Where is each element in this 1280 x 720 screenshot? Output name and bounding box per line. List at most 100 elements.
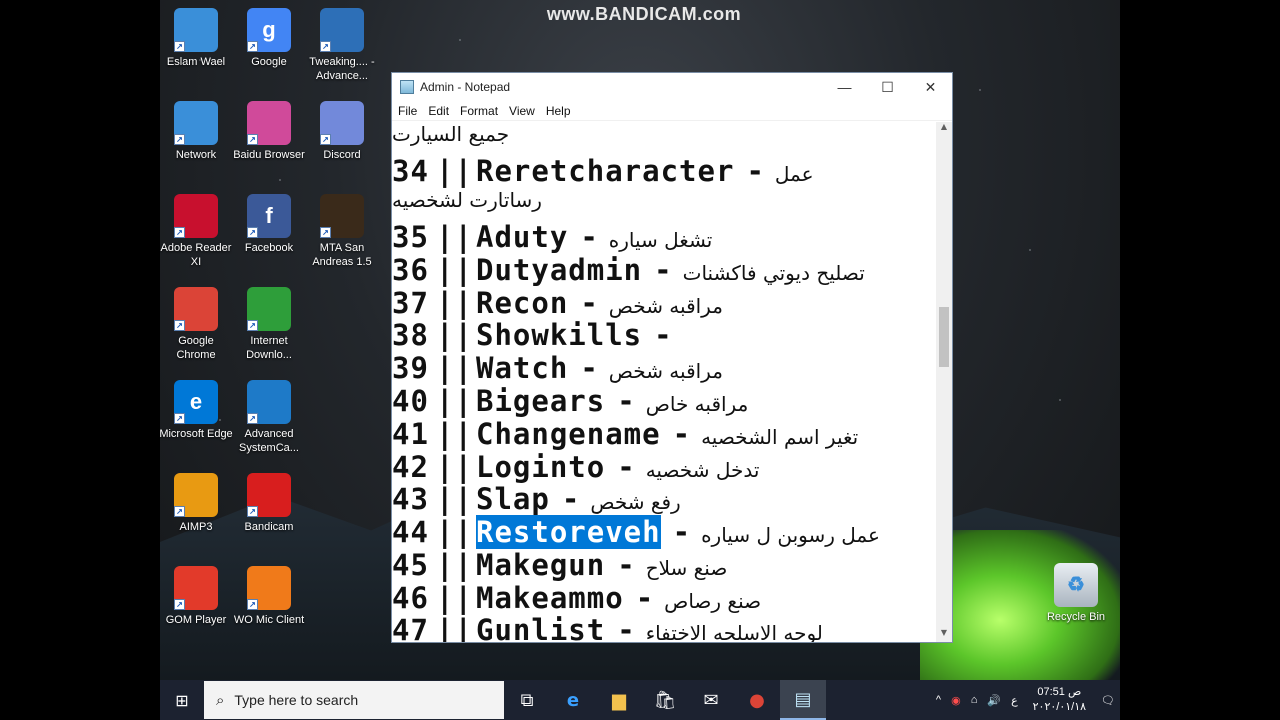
menu-help[interactable]: Help [546,104,571,118]
file-explorer-icon[interactable]: ▆ [596,680,642,720]
chrome-taskbar-icon[interactable]: ● [734,680,780,720]
title-bar[interactable]: Admin - Notepad ― ☐ ✕ [392,73,952,101]
shortcut-arrow-icon: ↗ [320,134,331,145]
edge-taskbar-icon[interactable]: e [550,680,596,720]
store-icon[interactable]: 🛍 [642,680,688,720]
volume-icon[interactable]: 🔊 [987,694,1001,707]
desktop-icon-label: Bandicam [244,521,294,533]
desktop-icon-tweaking[interactable]: ↗ Tweaking.... - Advance... [304,8,380,83]
menu-format[interactable]: Format [460,104,498,118]
separator: || [436,318,473,352]
desktop-icon-label: AIMP3 [179,521,213,533]
desktop-icon-gom-player[interactable]: ↗ GOM Player [160,566,234,627]
shortcut-arrow-icon: ↗ [174,320,185,331]
desktop-icon-label: Adobe Reader XI [160,242,232,268]
desktop-icon-mta[interactable]: ↗ MTA San Andreas 1.5 [304,194,380,269]
dash: - [580,351,599,385]
desktop-icon-computer[interactable]: ↗ Eslam Wael [160,8,234,69]
command-name: Aduty [476,220,569,254]
separator: || [436,417,473,451]
line-number: 35 [392,220,429,254]
line-number: 38 [392,318,429,352]
command-description: مراقبه خاص [645,392,749,416]
command-name: Restoreveh [476,515,661,549]
search-input[interactable]: ⌕ Type here to search [204,681,504,719]
scroll-thumb[interactable] [939,307,949,367]
text-editor[interactable]: جميع السيارت 34 || Reretcharacter - عمل رساتار… [392,122,938,642]
language-indicator[interactable]: ع [1011,694,1018,707]
desktop-icon-facebook[interactable]: f ↗ Facebook [231,194,307,255]
shortcut-arrow-icon: ↗ [247,227,258,238]
desktop-icon-aimp[interactable]: ↗ AIMP3 [160,473,234,534]
line-number: 44 [392,515,429,549]
desktop-icon-label: Google Chrome [176,335,216,361]
desktop-icon-discord[interactable]: ↗ Discord [304,101,380,162]
line-number: 39 [392,351,429,385]
command-name: Recon [476,286,569,320]
bandicam-tray-icon[interactable]: ◉ [951,694,961,707]
desktop-icon-idm[interactable]: ↗ Internet Downlo... [231,287,307,362]
command-description: مراقبه شخص [608,294,723,318]
chrome-icon: ↗ [174,287,218,331]
maximize-button[interactable]: ☐ [866,73,909,101]
mail-icon[interactable]: ✉ [688,680,734,720]
desktop-icon-chrome[interactable]: ↗ Google Chrome [160,287,234,362]
desktop-icon-edge[interactable]: e ↗ Microsoft Edge [160,380,234,441]
command-description: تدخل شخصيه [645,458,760,482]
vertical-scrollbar[interactable]: ▲ ▼ [936,122,952,642]
dash: - [617,613,636,642]
desktop-icon-wo-mic[interactable]: ↗ WO Mic Client [231,566,307,627]
line-number: 34 [392,154,429,188]
desktop-icon-baidu[interactable]: ↗ Baidu Browser [231,101,307,162]
recycle-bin[interactable]: ♻ Recycle Bin [1038,563,1114,624]
discord-icon: ↗ [320,101,364,145]
line-number: 46 [392,581,429,615]
task-view-icon[interactable]: ⧉ [504,680,550,720]
action-center-icon[interactable]: 🗨 [1101,694,1115,707]
shortcut-arrow-icon: ↗ [174,599,185,610]
scroll-up-icon[interactable]: ▲ [936,122,952,136]
shortcut-arrow-icon: ↗ [174,413,185,424]
command-name: Watch [476,351,569,385]
desktop-icon-advanced-systemcare[interactable]: ↗ Advanced SystemCa... [231,380,307,455]
arabic-text: جميع السيارت [392,122,510,146]
dash: - [617,384,636,418]
line-number: 40 [392,384,429,418]
command-line: 43 || Slap - رفع شخص [392,482,681,516]
shortcut-arrow-icon: ↗ [247,134,258,145]
start-button[interactable]: ⊞ [160,680,204,720]
notepad-icon [400,80,414,94]
command-name: Reretcharacter [476,154,735,188]
desktop-icon-label: Internet Downlo... [246,335,292,361]
line-number: 42 [392,450,429,484]
notepad-taskbar-icon[interactable]: ▤ [780,680,826,720]
menu-view[interactable]: View [509,104,535,118]
close-button[interactable]: ✕ [909,73,952,101]
scroll-down-icon[interactable]: ▼ [936,628,952,642]
separator: || [436,515,473,549]
show-hidden-icons-icon[interactable]: ^ [936,694,941,706]
command-description: تغير اسم الشخصيه [701,425,859,449]
desktop-icon-label: GOM Player [165,614,227,626]
shortcut-arrow-icon: ↗ [320,41,331,52]
separator: || [436,548,473,582]
clock-time: 07:51 ص [1037,686,1082,698]
dash: - [617,548,636,582]
menu-edit[interactable]: Edit [428,104,449,118]
minimize-button[interactable]: ― [823,73,866,101]
desktop-icon-adobe-reader[interactable]: ↗ Adobe Reader XI [160,194,234,269]
desktop-icon-google[interactable]: g ↗ Google [231,8,307,69]
desktop-icon-bandicam[interactable]: ↗ Bandicam [231,473,307,534]
desktop-icon-network[interactable]: ↗ Network [160,101,234,162]
command-line: 46 || Makeammo - صنع رصاص [392,581,761,615]
taskbar: ⊞ ⌕ Type here to search ⧉ e ▆ 🛍 ✉ ● ▤ ^ … [160,680,1120,720]
network-tray-icon[interactable]: ⌂ [971,694,978,706]
desktop-icon-label: Microsoft Edge [160,428,233,440]
wo-mic-icon: ↗ [247,566,291,610]
clock[interactable]: 07:51 ص ٢٠٢٠/٠١/١٨ [1033,685,1086,715]
command-line: 44 || Restoreveh - عمل رسوبن ل سياره [392,515,880,549]
system-tray: ^ ◉ ⌂ 🔊 ع 07:51 ص ٢٠٢٠/٠١/١٨ 🗨 [931,680,1120,720]
recycle-bin-label: Recycle Bin [1046,611,1106,623]
menu-file[interactable]: File [398,104,417,118]
separator: || [436,482,473,516]
